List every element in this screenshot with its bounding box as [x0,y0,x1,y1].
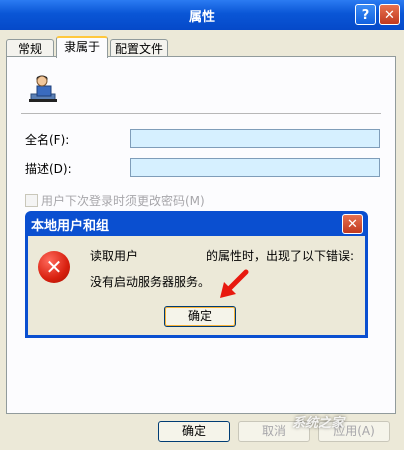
change-password-label: 用户下次登录时须更改密码(M) [41,194,205,208]
error-icon: ✕ [38,251,70,283]
user-icon [29,75,57,102]
description-label: 描述(D): [25,162,72,176]
red-arrow-icon [220,269,249,298]
error-dialog-title: 本地用户和组 [31,219,110,234]
window-titlebar[interactable]: 属性 ? ✕ [0,0,404,30]
header-separator [21,113,381,114]
error-message-line2: 没有启动服务器服务。 [90,275,211,289]
error-dialog-ok-button[interactable]: 确定 [164,306,236,327]
ok-button[interactable]: 确定 [158,421,230,442]
error-message-part2: 的属性时，出现了以下错误: [206,249,355,263]
change-password-checkbox[interactable] [25,194,38,207]
error-message-part1: 读取用户 [90,249,139,263]
tab-member-of[interactable]: 隶属于 [56,36,108,58]
close-button[interactable]: ✕ [379,4,400,25]
help-button[interactable]: ? [355,4,376,25]
error-dialog: 本地用户和组 ✕ ✕ 读取用户 的属性时，出现了以下错误: 没有启动服务器服务。… [25,211,368,338]
description-input[interactable] [130,158,380,177]
tab-general[interactable]: 常规 [6,39,54,57]
properties-window: 属性 ? ✕ 常规 隶属于 配置文件 全名(F): 描述(D): 用户下次登录时… [0,0,404,450]
window-title: 属性 [188,10,215,25]
fullname-label: 全名(F): [25,133,70,147]
tab-profile[interactable]: 配置文件 [110,39,168,57]
change-password-option[interactable]: 用户下次登录时须更改密码(M) [25,192,205,209]
error-dialog-close-button[interactable]: ✕ [342,214,363,234]
error-dialog-body: ✕ 读取用户 的属性时，出现了以下错误: 没有启动服务器服务。 确定 [28,236,365,335]
watermark-text: 系统之家 [292,416,345,431]
fullname-input[interactable] [130,129,380,148]
